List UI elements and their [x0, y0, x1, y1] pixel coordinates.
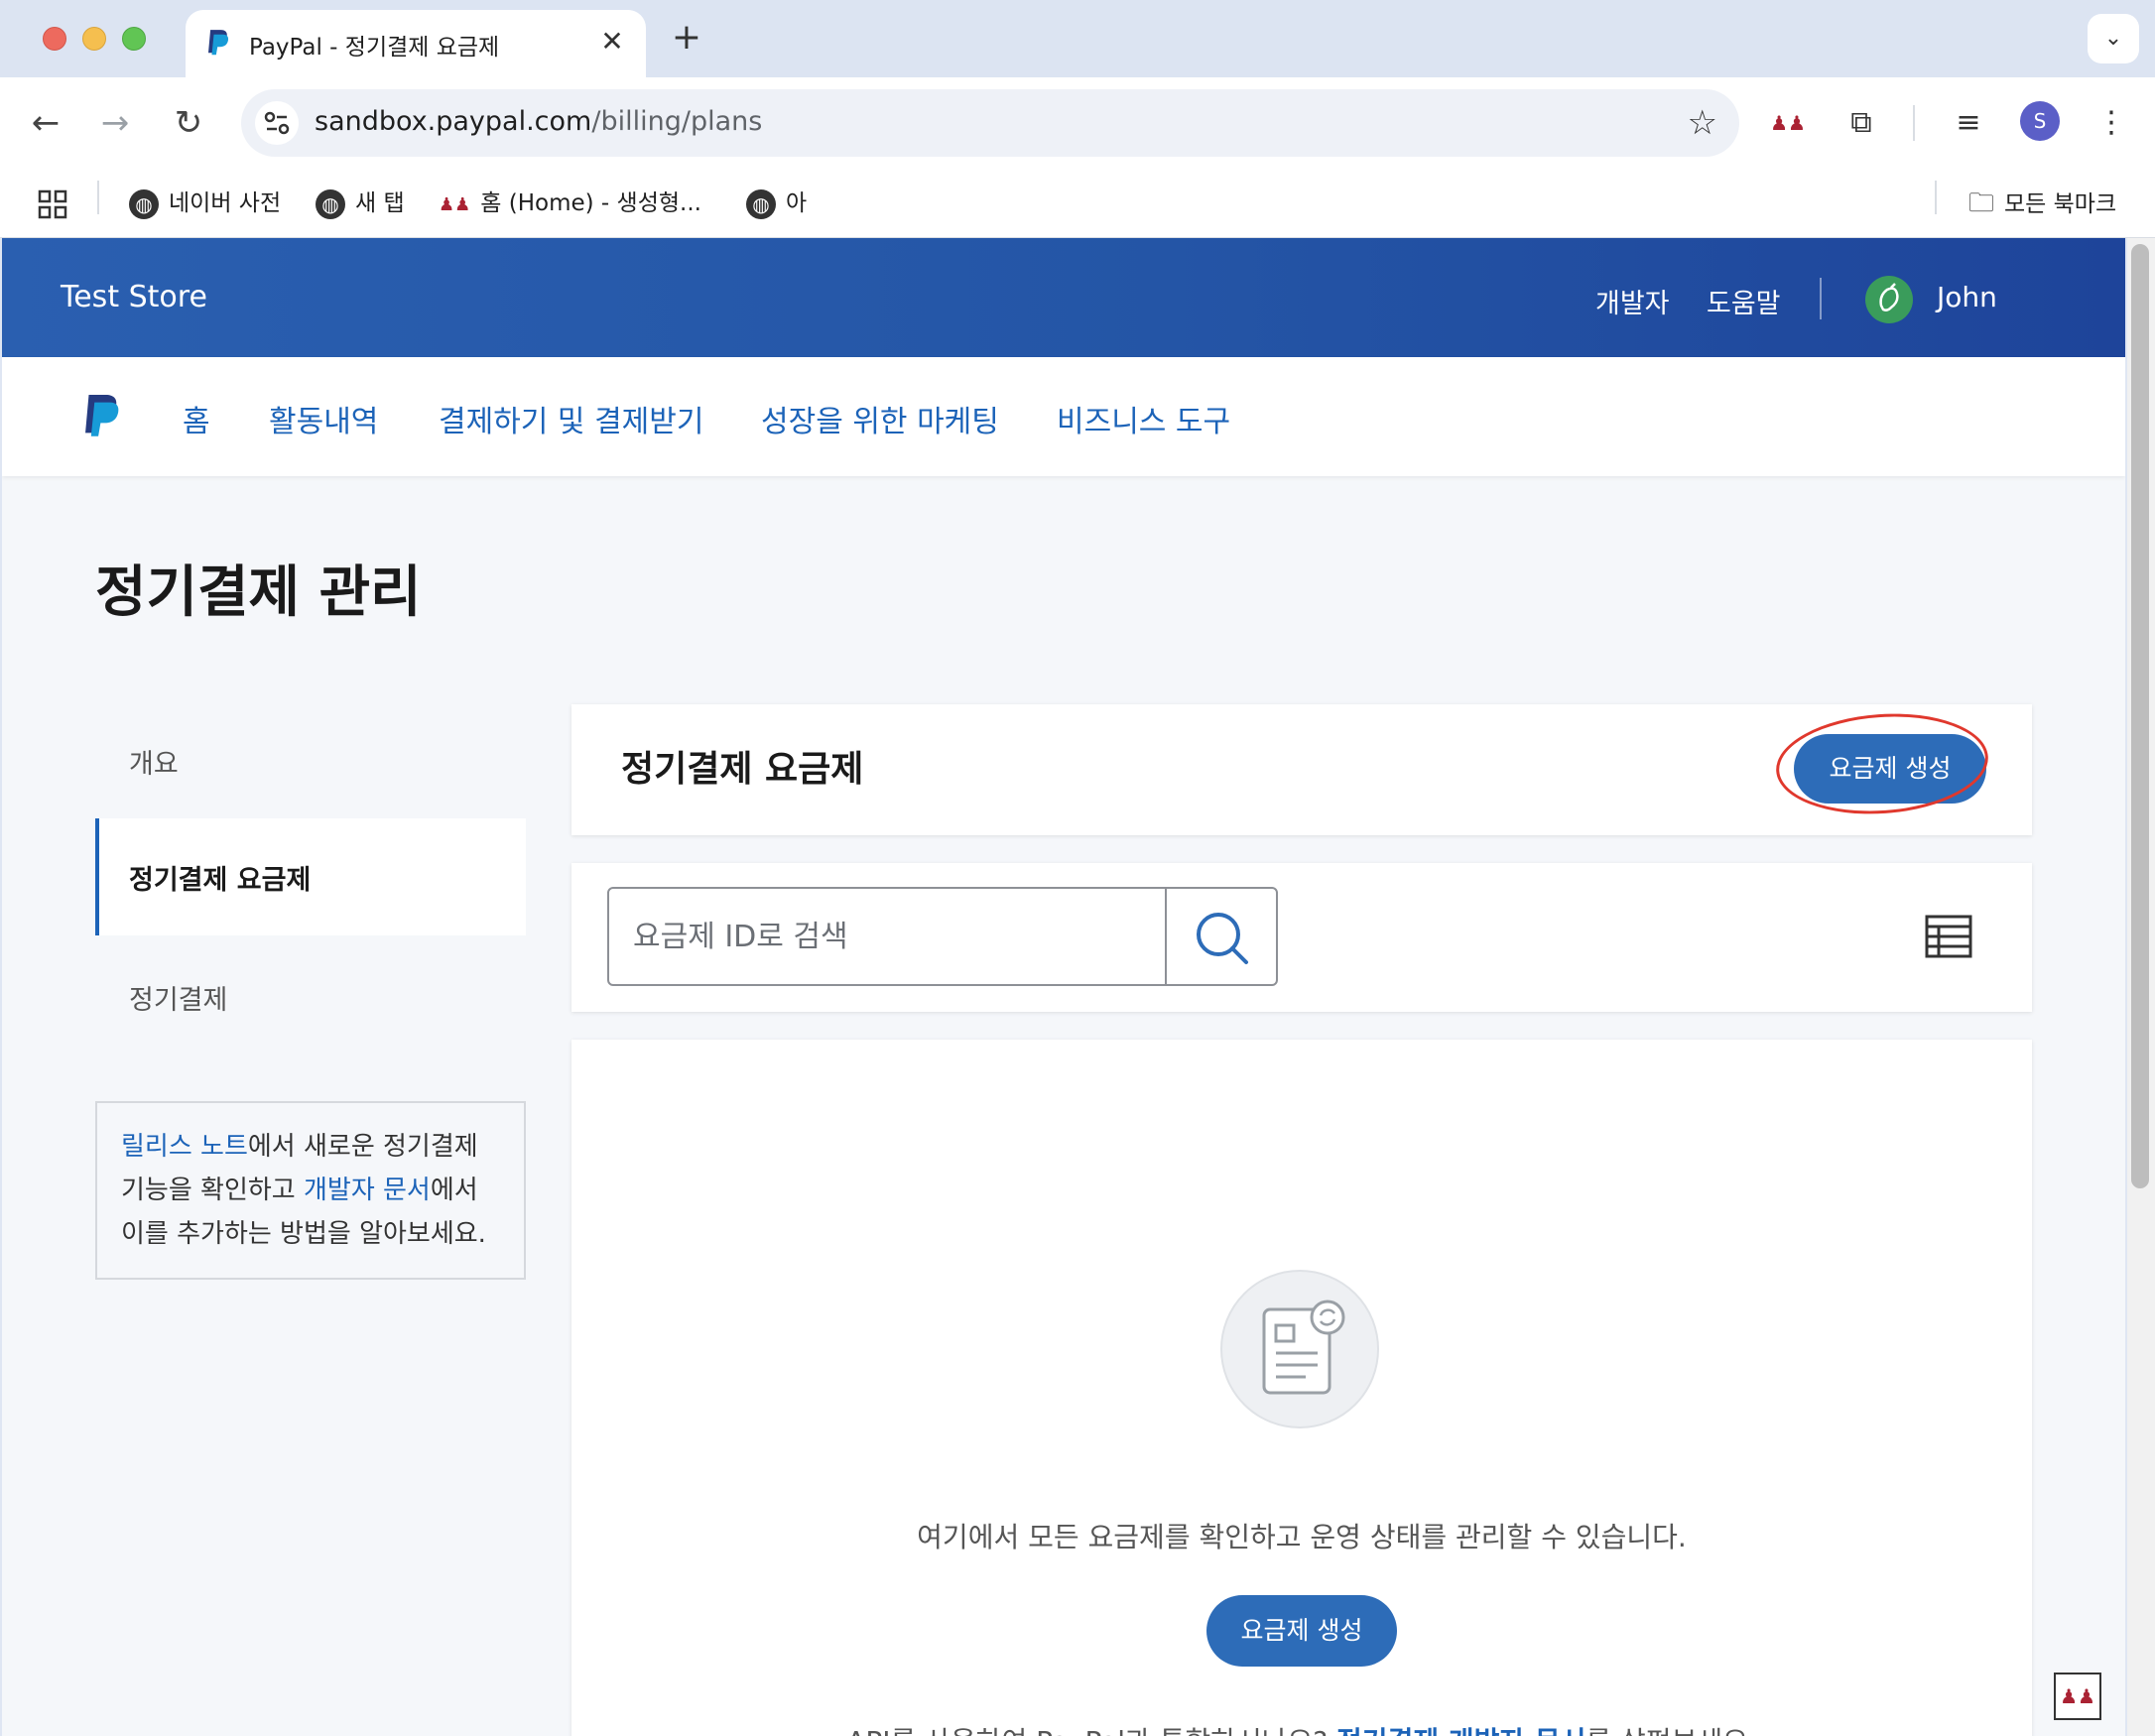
- nav-home[interactable]: 홈: [183, 397, 210, 440]
- plans-header-card: 정기결제 요금제 요금제 생성: [571, 704, 2032, 835]
- bookmark-new-tab[interactable]: ◍ 새 탭: [316, 186, 405, 220]
- nav-business-tools[interactable]: 비즈니스 도구: [1057, 397, 1230, 440]
- bowling-pins-icon: ♟♟: [439, 194, 471, 215]
- minimize-window-button[interactable]: [82, 27, 106, 51]
- bookmark-a[interactable]: ◍ 아: [746, 186, 807, 220]
- paypal-favicon-icon: [208, 30, 229, 56]
- media-queue-icon[interactable]: ≡: [1947, 101, 1990, 145]
- sidebar-item-subscriptions[interactable]: 정기결제: [95, 970, 526, 1030]
- bookmark-naver-dictionary[interactable]: ◍ 네이버 사전: [129, 186, 281, 220]
- empty-plans-illustration-icon: [1220, 1270, 1379, 1428]
- help-link[interactable]: 도움말: [1707, 282, 1781, 320]
- profile-avatar[interactable]: S: [2020, 101, 2060, 141]
- paypal-logo-icon[interactable]: [77, 393, 123, 442]
- search-card: [571, 863, 2032, 1012]
- bookmarks-divider: [1935, 181, 1937, 214]
- address-bar[interactable]: sandbox.paypal.com/billing/plans ☆: [241, 89, 1739, 157]
- create-plan-button-empty[interactable]: 요금제 생성: [1206, 1595, 1397, 1667]
- bookmarks-bar: ◍ 네이버 사전 ◍ 새 탭 ♟♟ 홈 (Home) - 생성형... ◍ 아 🗀 모든 …: [0, 169, 2155, 238]
- main-navigation: 홈 활동내역 결제하기 및 결제받기 성장을 위한 마케팅 비즈니스 도구: [2, 357, 2125, 476]
- bookmark-home[interactable]: ♟♟ 홈 (Home) - 생성형...: [439, 186, 701, 220]
- toolbar-divider: [1913, 105, 1915, 141]
- url-text: sandbox.paypal.com/billing/plans: [315, 106, 763, 137]
- red-circle-annotation: [1772, 706, 1992, 821]
- search-box: [607, 887, 1278, 986]
- site-info-icon[interactable]: [255, 101, 299, 145]
- paypal-page: Test Store 개발자 도움말 John 홈 활동내역 결제하기 및 결제…: [2, 238, 2125, 1736]
- sidebar-item-plans[interactable]: 정기결제 요금제: [95, 818, 526, 935]
- forward-arrow-icon[interactable]: →: [95, 103, 135, 143]
- release-notes-link[interactable]: 릴리스 노트: [121, 1132, 248, 1162]
- back-arrow-icon[interactable]: ←: [26, 103, 65, 143]
- bowling-extension-icon[interactable]: ♟♟: [2054, 1673, 2101, 1720]
- store-name[interactable]: Test Store: [61, 280, 207, 314]
- search-button[interactable]: [1165, 889, 1276, 984]
- globe-icon: ◍: [316, 188, 345, 219]
- plans-card-title: 정기결제 요금제: [621, 749, 864, 790]
- bookmark-star-icon[interactable]: ☆: [1688, 103, 1717, 143]
- extensions-puzzle-icon[interactable]: ⧉: [1839, 101, 1883, 145]
- store-header: Test Store 개발자 도움말 John: [2, 238, 2125, 357]
- user-name[interactable]: John: [1937, 281, 1997, 313]
- nav-pay-and-get-paid[interactable]: 결제하기 및 결제받기: [439, 397, 703, 440]
- bookmarks-divider: [97, 181, 99, 214]
- tab-search-chevron-icon[interactable]: ⌄: [2088, 14, 2139, 63]
- sidebar-item-overview[interactable]: 개요: [95, 734, 526, 794]
- page-title: 정기결제 관리: [95, 560, 422, 625]
- page-scrollbar-thumb[interactable]: [2131, 244, 2149, 1188]
- tab-close-icon[interactable]: ✕: [594, 24, 630, 60]
- reload-icon[interactable]: ↻: [169, 103, 208, 143]
- maximize-window-button[interactable]: [122, 27, 146, 51]
- close-window-button[interactable]: [43, 27, 66, 51]
- developer-docs-link[interactable]: 개발자 문서: [304, 1176, 431, 1205]
- new-tab-button[interactable]: +: [667, 18, 706, 58]
- all-bookmarks-folder[interactable]: 🗀 모든 북마크: [1968, 186, 2116, 220]
- globe-icon: ◍: [746, 188, 776, 219]
- extension-bowling-icon[interactable]: ♟♟: [1766, 101, 1810, 145]
- empty-state-message: 여기에서 모든 요금제를 확인하고 운영 상태를 관리할 수 있습니다.: [917, 1521, 1687, 1553]
- search-icon: [1197, 913, 1248, 964]
- tab-title: PayPal - 정기결제 요금제: [249, 35, 500, 61]
- user-avatar-icon[interactable]: [1865, 276, 1913, 323]
- globe-icon: ◍: [129, 188, 159, 219]
- browser-tabstrip: PayPal - 정기결제 요금제 ✕ + ⌄: [0, 0, 2155, 77]
- folder-icon: 🗀: [1968, 188, 1995, 218]
- browser-toolbar: ← → ↻ sandbox.paypal.com/billing/plans ☆…: [0, 77, 2155, 169]
- header-divider: [1820, 278, 1822, 319]
- release-notes-info-box: 릴리스 노트에서 새로운 정기결제 기능을 확인하고 개발자 문서에서 이를 추…: [95, 1101, 526, 1280]
- table-view-icon[interactable]: [1925, 915, 1972, 958]
- apps-grid-icon[interactable]: [38, 186, 67, 220]
- nav-activity[interactable]: 활동내역: [269, 397, 378, 440]
- api-docs-hint: API를 사용하여 PayPal과 통합하시나요? 정기결제 개발자 문서를 살…: [571, 1720, 2032, 1736]
- nav-marketing[interactable]: 성장을 위한 마케팅: [761, 397, 999, 440]
- subscriptions-developer-docs-link[interactable]: 정기결제 개발자 문서: [1336, 1725, 1585, 1736]
- browser-tab-active[interactable]: PayPal - 정기결제 요금제 ✕: [186, 10, 646, 77]
- plan-id-search-input[interactable]: [609, 889, 1165, 984]
- developer-link[interactable]: 개발자: [1595, 282, 1670, 320]
- empty-state-card: 여기에서 모든 요금제를 확인하고 운영 상태를 관리할 수 있습니다. 요금제…: [571, 1040, 2032, 1736]
- browser-menu-icon[interactable]: ⋮: [2090, 101, 2133, 145]
